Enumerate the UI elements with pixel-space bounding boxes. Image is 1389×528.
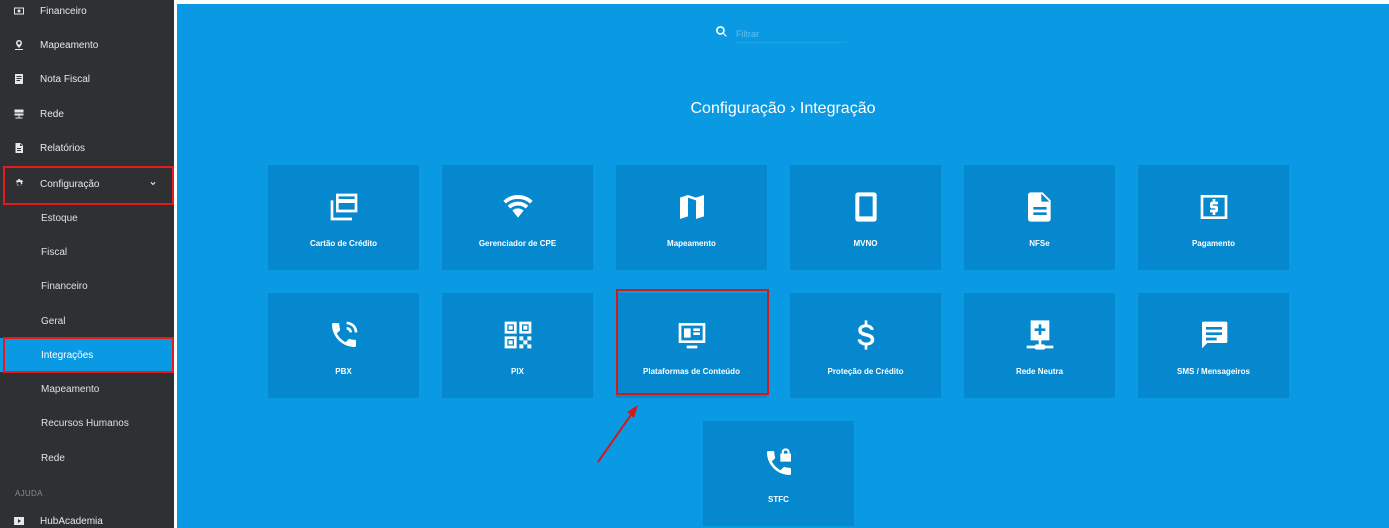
tile-protecao-de-credito[interactable]: Proteção de Crédito <box>790 293 941 398</box>
credit-card-icon <box>328 191 360 223</box>
tile-label: SMS / Mensageiros <box>1177 367 1250 376</box>
main-content: Configuração › Integração Cartão de Créd… <box>174 0 1389 528</box>
tile-label: Mapeamento <box>667 239 716 248</box>
sidebar-item-label: Financeiro <box>40 5 87 17</box>
tile-gerenciador-de-cpe[interactable]: Gerenciador de CPE <box>442 165 593 270</box>
sidebar-subitem-financeiro[interactable]: Financeiro <box>0 269 174 303</box>
tile-label: STFC <box>768 495 789 504</box>
sidebar-item-nota-fiscal[interactable]: Nota Fiscal <box>0 62 174 96</box>
sidebar-item-mapeamento[interactable]: Mapeamento <box>0 28 174 62</box>
sidebar-subitem-label: Fiscal <box>41 246 68 258</box>
search-bar <box>715 25 846 43</box>
tile-plataformas-de-conteudo[interactable]: Plataformas de Conteúdo <box>616 293 767 398</box>
tile-sms-mensageiros[interactable]: SMS / Mensageiros <box>1138 293 1289 398</box>
tile-label: Gerenciador de CPE <box>478 239 557 248</box>
tile-label: Proteção de Crédito <box>827 367 904 376</box>
money-icon <box>13 5 25 17</box>
sidebar-subitem-label: Financeiro <box>41 280 88 292</box>
sidebar-subitem-geral[interactable]: Geral <box>0 304 174 338</box>
tile-cartao-de-credito[interactable]: Cartão de Crédito <box>268 165 419 270</box>
sidebar-subitem-label: Recursos Humanos <box>41 417 129 429</box>
sidebar-subitem-label: Geral <box>41 315 66 327</box>
report-icon <box>13 142 25 154</box>
document-icon <box>1024 191 1056 223</box>
sidebar-subitem-fiscal[interactable]: Fiscal <box>0 235 174 269</box>
breadcrumb: Configuração › Integração <box>690 100 876 117</box>
sidebar-section-ajuda: AJUDA <box>15 489 43 498</box>
tile-pbx[interactable]: PBX <box>268 293 419 398</box>
tile-rede-neutra[interactable]: Rede Neutra <box>964 293 1115 398</box>
message-icon <box>1198 319 1230 351</box>
sidebar-item-relatorios[interactable]: Relatórios <box>0 131 174 165</box>
tile-label: PIX <box>511 367 524 376</box>
search-icon <box>715 25 728 43</box>
tile-pagamento[interactable]: Pagamento <box>1138 165 1289 270</box>
sidebar-subitem-recursos-humanos[interactable]: Recursos Humanos <box>0 406 174 440</box>
tile-mvno[interactable]: MVNO <box>790 165 941 270</box>
highlight-configuracao <box>3 166 174 205</box>
map-icon <box>676 191 708 223</box>
tile-label: PBX <box>335 367 352 376</box>
sidebar-subitem-mapeamento[interactable]: Mapeamento <box>0 372 174 406</box>
sidebar-item-label: Mapeamento <box>40 39 99 51</box>
monitor-icon <box>676 319 708 351</box>
tile-label: NFSe <box>1029 239 1050 248</box>
payment-icon <box>1198 191 1230 223</box>
smartphone-icon <box>850 191 882 223</box>
sidebar-item-label: Relatórios <box>40 142 86 154</box>
sidebar-item-label: HubAcademia <box>40 515 103 527</box>
tile-nfse[interactable]: NFSe <box>964 165 1115 270</box>
wifi-icon <box>502 191 534 223</box>
sidebar-item-rede[interactable]: Rede <box>0 97 174 131</box>
tile-mapeamento[interactable]: Mapeamento <box>616 165 767 270</box>
tile-label: Pagamento <box>1191 239 1236 248</box>
dollar-icon <box>850 319 882 351</box>
search-input[interactable] <box>736 25 846 43</box>
sidebar-item-hubacademia[interactable]: HubAcademia <box>0 504 174 528</box>
qr-code-icon <box>502 319 534 351</box>
sidebar-item-financeiro[interactable]: Financeiro <box>0 0 174 28</box>
sidebar-subitem-label: Mapeamento <box>41 383 100 395</box>
highlight-integracoes <box>3 337 174 373</box>
receipt-icon <box>13 73 25 85</box>
map-pin-icon <box>13 39 25 51</box>
sidebar-subitem-label: Rede <box>41 452 65 464</box>
tile-label: Plataformas de Conteúdo <box>643 367 740 376</box>
tile-label: Cartão de Crédito <box>309 239 378 248</box>
sidebar-subitem-label: Estoque <box>41 212 78 224</box>
phone-lock-icon <box>763 447 795 479</box>
tile-stfc[interactable]: STFC <box>703 421 854 526</box>
tile-label: Rede Neutra <box>1015 367 1064 376</box>
sidebar-subitem-rede[interactable]: Rede <box>0 441 174 475</box>
tile-pix[interactable]: PIX <box>442 293 593 398</box>
sidebar-item-label: Rede <box>40 108 64 120</box>
sidebar: Financeiro Mapeamento Nota Fiscal Rede R… <box>0 0 174 528</box>
play-icon <box>13 515 25 527</box>
sidebar-item-label: Nota Fiscal <box>40 73 91 85</box>
sidebar-subitem-estoque[interactable]: Estoque <box>0 201 174 235</box>
network-plus-icon <box>1024 319 1056 351</box>
network-icon <box>13 108 25 120</box>
phone-ringing-icon <box>328 319 360 351</box>
tile-label: MVNO <box>853 239 878 248</box>
